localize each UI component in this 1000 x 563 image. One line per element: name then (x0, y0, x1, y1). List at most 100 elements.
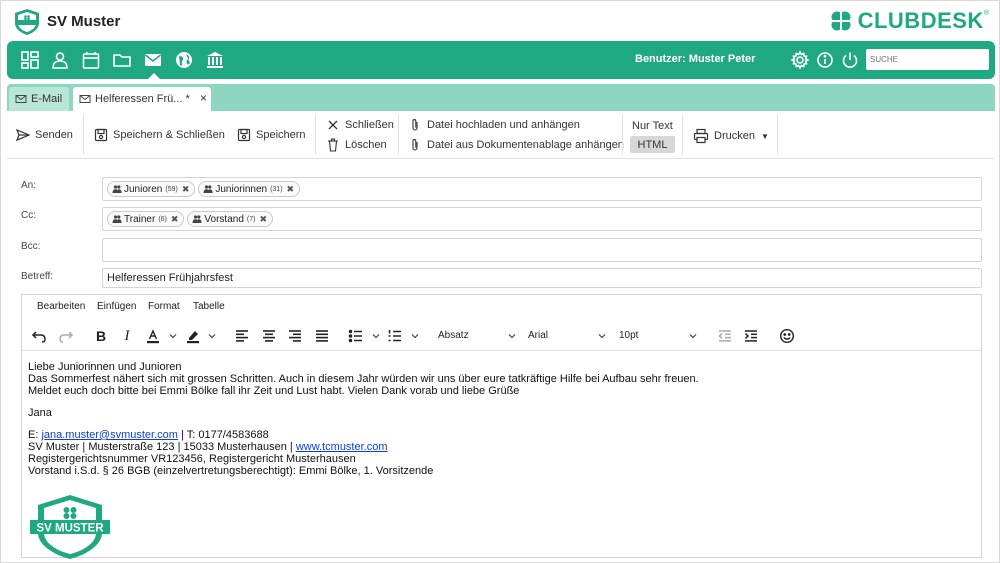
close-tab-button[interactable]: × (200, 91, 207, 105)
recipient-chip[interactable]: Juniorinnen (31) ✖ (198, 181, 301, 197)
signature-address: SV Muster | Musterstraße 123 | 15033 Mus… (28, 441, 699, 453)
remove-chip-icon[interactable]: ✖ (259, 214, 267, 225)
brand-name: CLUBDESK (857, 8, 984, 33)
print-button[interactable]: Drucken ▼ (693, 128, 769, 144)
email-link[interactable]: jana.muster@svmuster.com (41, 429, 178, 441)
close-button[interactable]: Schließen (326, 118, 394, 132)
mail-icon[interactable] (142, 49, 164, 71)
to-field[interactable]: Junioren (59) ✖ Juniorinnen (31) ✖ (102, 177, 982, 201)
chevron-down-icon[interactable] (169, 332, 177, 340)
attach-from-docs-button[interactable]: Datei aus Dokumentenablage anhängen (408, 138, 624, 152)
plain-text-toggle[interactable]: Nur Text (632, 120, 673, 132)
recipient-chip[interactable]: Junioren (59) ✖ (107, 181, 196, 197)
logo-text: SV MUSTER (36, 523, 104, 535)
chevron-down-icon[interactable] (208, 332, 216, 340)
italic-icon[interactable]: I (118, 327, 136, 345)
align-center-icon[interactable] (260, 327, 278, 345)
highlight-color-icon[interactable] (184, 327, 202, 345)
trash-icon (328, 138, 338, 152)
align-right-icon[interactable] (286, 327, 304, 345)
to-label: An: (21, 180, 37, 191)
calendar-icon[interactable] (80, 49, 102, 71)
font-family-select[interactable]: Arial (528, 330, 548, 341)
menu-insert[interactable]: Einfügen (97, 301, 136, 312)
group-icon (112, 185, 122, 193)
send-icon (16, 128, 30, 142)
indent-icon[interactable] (742, 327, 760, 345)
club-logo (15, 9, 39, 35)
dashboard-icon[interactable] (19, 49, 41, 71)
website-link[interactable]: www.tcmuster.com (296, 441, 388, 453)
outdent-icon[interactable] (716, 327, 734, 345)
upload-attach-button[interactable]: Datei hochladen und anhängen (408, 118, 580, 132)
bold-icon[interactable]: B (92, 327, 110, 345)
chevron-down-icon[interactable] (372, 332, 380, 340)
chevron-down-icon[interactable] (689, 332, 697, 340)
signature-board: Vorstand i.S.d. § 26 BGB (einzelvertretu… (28, 465, 434, 477)
remove-chip-icon[interactable]: ✖ (287, 184, 295, 195)
rich-text-editor: Bearbeiten Einfügen Format Tabelle B I A… (21, 294, 982, 559)
chevron-down-icon[interactable] (411, 332, 419, 340)
numbered-list-icon[interactable] (386, 327, 404, 345)
subject-label: Betreff: (21, 271, 54, 282)
remove-chip-icon[interactable]: ✖ (171, 214, 179, 225)
send-button[interactable]: Senden (16, 128, 73, 142)
bank-icon[interactable] (204, 49, 226, 71)
subject-value: Helferessen Frühjahrsfest (107, 272, 233, 284)
group-icon (192, 215, 203, 223)
group-icon (203, 185, 213, 193)
chevron-down-icon[interactable] (598, 332, 606, 340)
menu-format[interactable]: Format (148, 301, 180, 312)
align-justify-icon[interactable] (313, 327, 331, 345)
tab-compose[interactable]: Helferessen Frü... * × (73, 87, 211, 111)
chevron-down-icon[interactable] (508, 332, 516, 340)
signature-register: Registergerichtsnummer VR123456, Registe… (28, 453, 356, 465)
delete-label: Löschen (345, 139, 387, 151)
chip-count: (59) (165, 185, 178, 193)
folder-icon[interactable] (111, 49, 133, 71)
undo-icon[interactable] (30, 327, 48, 345)
info-icon[interactable] (814, 49, 836, 71)
recipient-chip[interactable]: Trainer (6) ✖ (107, 211, 185, 227)
menu-edit[interactable]: Bearbeiten (37, 301, 85, 312)
body-greeting: Jana (28, 407, 52, 419)
save-close-button[interactable]: Speichern & Schließen (94, 128, 225, 142)
power-icon[interactable] (839, 49, 861, 71)
bullet-list-icon[interactable] (347, 327, 365, 345)
current-user[interactable]: Benutzer: Muster Peter (635, 53, 755, 65)
search-input[interactable] (866, 49, 989, 70)
text-color-icon[interactable] (144, 327, 162, 345)
tab-email[interactable]: E-Mail (9, 87, 69, 111)
chip-label: Trainer (124, 213, 156, 225)
address-text: SV Muster | Musterstraße 123 | 15033 Mus… (28, 441, 296, 453)
active-nav-indicator (148, 73, 160, 79)
chip-count: (31) (270, 185, 283, 193)
block-format-select[interactable]: Absatz (438, 330, 469, 341)
paperclip-icon (412, 119, 418, 131)
font-size-select[interactable]: 10pt (619, 330, 638, 341)
redo-icon[interactable] (57, 327, 75, 345)
html-toggle[interactable]: HTML (630, 136, 675, 153)
save-button[interactable]: Speichern (237, 128, 306, 142)
email-prefix: E: (28, 429, 42, 441)
remove-chip-icon[interactable]: ✖ (182, 184, 190, 195)
delete-button[interactable]: Löschen (326, 138, 387, 152)
chip-label: Vorstand (204, 213, 244, 225)
recipient-chip[interactable]: Vorstand (7) ✖ (187, 211, 274, 227)
menu-table[interactable]: Tabelle (193, 301, 225, 312)
bcc-label: Bcc: (21, 241, 41, 252)
person-icon[interactable] (49, 49, 71, 71)
toolbar-divider (83, 115, 84, 155)
signature-club-logo: SV MUSTER (30, 495, 110, 559)
emoji-icon[interactable] (778, 327, 796, 345)
toolbar-divider (682, 115, 683, 155)
bcc-field[interactable] (102, 238, 982, 262)
upload-attach-label: Datei hochladen und anhängen (427, 119, 580, 131)
cc-field[interactable]: Trainer (6) ✖ Vorstand (7) ✖ (102, 207, 982, 231)
subject-input[interactable]: Helferessen Frühjahrsfest (102, 268, 982, 288)
email-body[interactable]: Liebe Juniorinnen und Junioren Das Somme… (28, 361, 699, 477)
gear-icon[interactable] (789, 49, 811, 71)
send-label: Senden (35, 129, 73, 141)
globe-icon[interactable] (173, 49, 195, 71)
align-left-icon[interactable] (233, 327, 251, 345)
